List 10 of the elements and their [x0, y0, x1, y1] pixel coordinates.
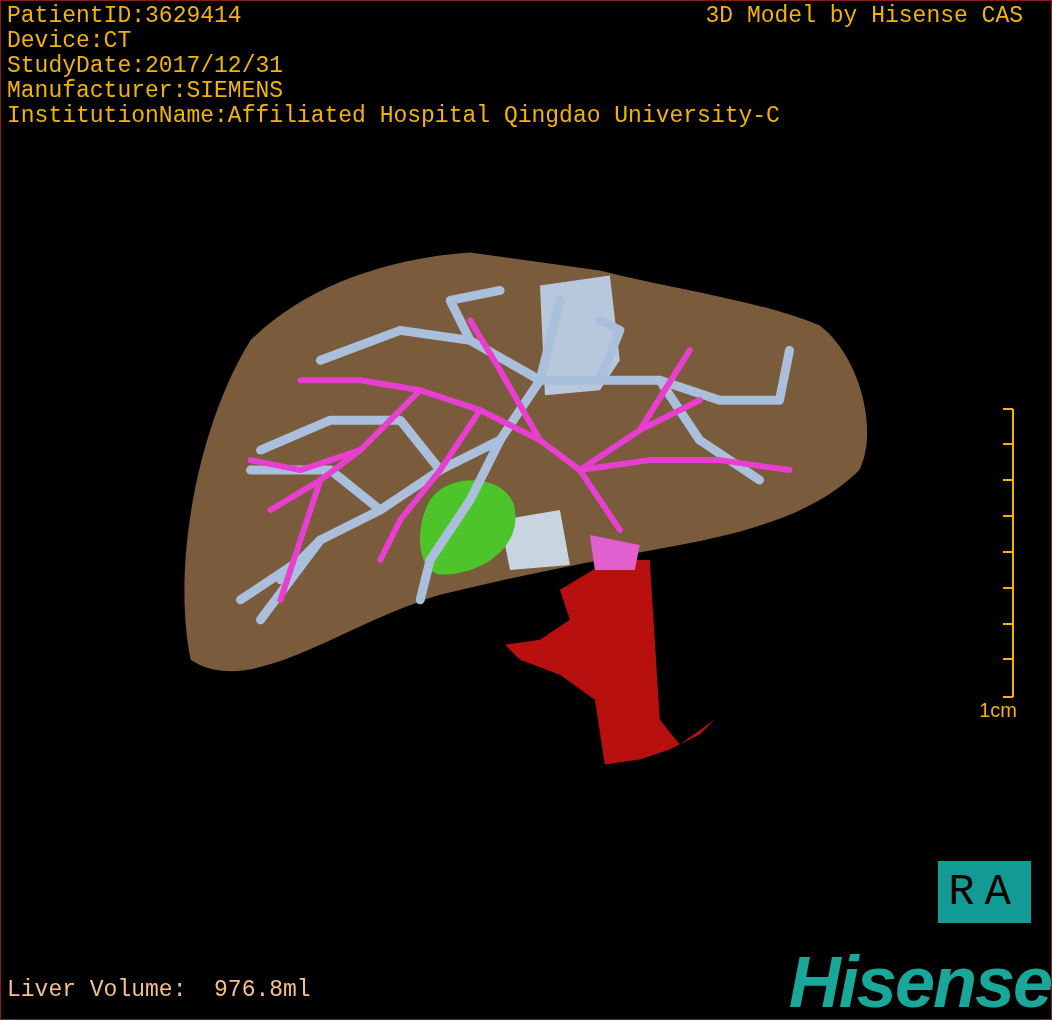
liver-volume-text: Liver Volume: 976.8ml [7, 978, 311, 1005]
info-text: PatientID:3629414 [7, 4, 242, 29]
viewer-title: 3D Model by Hisense CAS [705, 4, 1024, 29]
info-text: Device:CT [7, 29, 133, 54]
info-text: StudyDate:2017/12/31 [7, 54, 285, 79]
scale-label: 1cm [979, 697, 1017, 723]
orientation-label: RA [938, 861, 1031, 923]
info-text: Manufacturer:SIEMENS [7, 79, 285, 104]
info-text: InstitutionName:Affiliated Hospital Qingdao University-C [7, 104, 781, 129]
hisense-logo: Hisense [788, 951, 1051, 1013]
